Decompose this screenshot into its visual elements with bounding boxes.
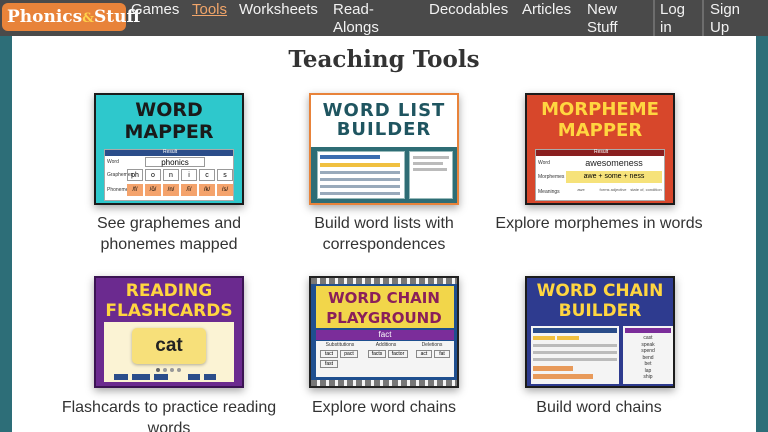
chain-word: fact	[316, 330, 454, 340]
top-nav: Phonics&Stuff Games Tools Worksheets Rea…	[0, 0, 768, 36]
mapped-word: phonics	[145, 157, 205, 167]
phoneme-box: /n/	[163, 184, 179, 196]
nav-link-sign-up[interactable]: Sign Up	[710, 1, 740, 37]
chain-chip: act	[416, 350, 432, 358]
chain-chip: facts	[368, 350, 386, 358]
phoneme-box: /ŏ/	[145, 184, 161, 196]
tool-card-caption[interactable]: Explore word chains	[274, 397, 494, 418]
chain-border-top	[311, 278, 457, 284]
result-label: Result	[594, 149, 609, 155]
nav-link-log-in[interactable]: Log in	[660, 1, 685, 37]
card-image-title-line1: WORD	[135, 99, 203, 121]
card-image-title-line1: WORD CHAIN	[536, 281, 664, 301]
word-mapper-preview: Result Word Graphemes Phonemes phonics p…	[104, 149, 234, 201]
nav-link-decodables[interactable]: Decodables	[429, 1, 508, 19]
chain-chip: fast	[320, 360, 338, 368]
card-image-title-line2: MAPPER	[124, 121, 214, 143]
grapheme-box: o	[145, 169, 161, 181]
card-image-title-line1: WORD CHAIN	[328, 289, 440, 307]
morpheme-mapper-preview: Result Word Morphemes Meanings awesomene…	[535, 149, 665, 201]
tool-card-word-chain-builder-image[interactable]: WORD CHAIN BUILDER cast speak spend bend…	[525, 276, 675, 388]
chain-word-list: cast speak spend bend bet lap ship	[625, 335, 671, 381]
card-image-title-line2: MAPPER	[557, 120, 643, 141]
mapped-word: awesomeness	[585, 158, 643, 168]
card-image-title-line2: PLAYGROUND	[326, 309, 442, 327]
card-image-title-line1: READING	[125, 281, 213, 301]
chain-chip: factor	[388, 350, 408, 358]
column-additions: Additions	[375, 342, 397, 348]
word-chain-builder-preview	[531, 326, 619, 384]
nav-link-worksheets[interactable]: Worksheets	[239, 1, 318, 19]
flashcard-preview: cat	[104, 322, 234, 382]
chain-chip: fat	[434, 350, 450, 358]
row-label-morphemes: Morphemes	[538, 174, 565, 180]
logo-main-text: Phonics	[7, 7, 83, 27]
grapheme-box: n	[163, 169, 179, 181]
phoneme-box: /f/	[127, 184, 143, 196]
meaning: awe	[577, 187, 585, 192]
row-label-word: Word	[538, 160, 550, 166]
grapheme-box: i	[181, 169, 197, 181]
tool-card-word-chain-playground-image[interactable]: WORD CHAIN PLAYGROUND fact Substitutions…	[309, 276, 459, 388]
column-substitutions: Substitutions	[325, 342, 355, 348]
nav-link-read-alongs[interactable]: Read- Alongs	[333, 1, 379, 37]
tool-card-caption[interactable]: Explore morphemes in words	[489, 213, 709, 234]
card-image-title-line2: BUILDER	[558, 301, 642, 321]
nav-link-articles[interactable]: Articles	[522, 1, 571, 19]
tool-card-morpheme-mapper-image[interactable]: MORPHEME MAPPER Result Word Morphemes Me…	[525, 93, 675, 205]
card-image-title-line2: BUILDER	[336, 119, 432, 140]
chain-list-item: ship	[643, 374, 653, 380]
main-content: Teaching Tools WORD MAPPER Result Word G…	[12, 36, 756, 432]
nav-link-tools[interactable]: Tools	[192, 1, 227, 19]
grapheme-box: s	[217, 169, 233, 181]
nav-link-games[interactable]: Games	[131, 1, 179, 19]
card-image-title-line2: FLASHCARDS	[105, 301, 233, 321]
chain-chip: tact	[320, 350, 338, 358]
phoneme-row: /f/ /ŏ/ /n/ /ĭ/ /k/ /s/	[127, 184, 233, 196]
tool-card-reading-flashcards-image[interactable]: READING FLASHCARDS cat	[94, 276, 244, 388]
meaning: forms adjective	[599, 187, 627, 192]
grapheme-box: ph	[127, 169, 143, 181]
result-label: Result	[163, 149, 178, 155]
chain-border-bottom	[311, 380, 457, 386]
tool-card-caption[interactable]: Build word lists with correspondences	[274, 213, 494, 255]
tool-card-word-list-builder-image[interactable]: WORD LIST BUILDER	[309, 93, 459, 205]
meaning: state of, condition	[630, 187, 662, 192]
site-logo[interactable]: Phonics&Stuff	[2, 3, 140, 31]
grapheme-box: c	[199, 169, 215, 181]
logo-amp: &	[82, 11, 94, 26]
chain-chip: pact	[340, 350, 358, 358]
page-title: Teaching Tools	[288, 46, 480, 73]
nav-separator	[653, 0, 655, 36]
nav-separator	[702, 0, 704, 36]
card-image-title-line1: MORPHEME	[541, 99, 659, 120]
flashcard-word: cat	[132, 328, 206, 364]
phoneme-box: /ĭ/	[181, 184, 197, 196]
phoneme-box: /k/	[199, 184, 215, 196]
grapheme-row: ph o n i c s	[127, 169, 233, 181]
nav-link-new-stuff[interactable]: New Stuff	[587, 1, 618, 37]
column-deletions: Deletions	[421, 342, 443, 348]
row-label-meanings: Meanings	[538, 189, 560, 195]
tool-card-word-mapper-image[interactable]: WORD MAPPER Result Word Graphemes Phonem…	[94, 93, 244, 205]
morpheme-row: awe + some + ness	[566, 171, 662, 183]
word-chain-preview: Substitutions Additions Deletions tact p…	[316, 341, 454, 377]
tool-card-caption[interactable]: Build word chains	[489, 397, 709, 418]
phoneme-box: /s/	[217, 184, 233, 196]
tool-card-caption[interactable]: Flashcards to practice reading words	[59, 397, 279, 432]
tool-card-caption[interactable]: See graphemes and phonemes mapped	[59, 213, 279, 255]
row-label-word: Word	[107, 159, 119, 165]
